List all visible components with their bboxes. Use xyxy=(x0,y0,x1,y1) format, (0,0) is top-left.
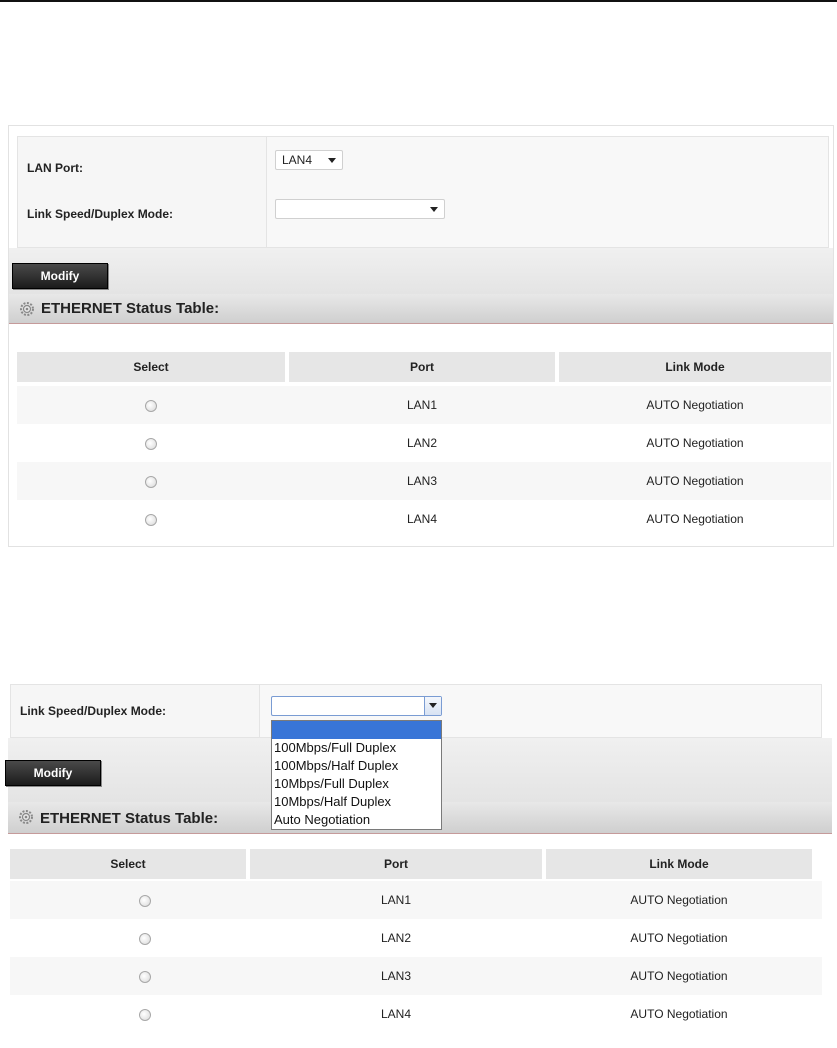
status-table: Select Port Link Mode LAN1 AUTO Negotiat… xyxy=(17,352,831,542)
gear-icon xyxy=(19,810,33,824)
table-row: LAN4 AUTO Negotiation xyxy=(17,500,831,538)
dropdown-option[interactable]: 10Mbps/Full Duplex xyxy=(272,775,441,793)
port-cell: LAN4 xyxy=(380,1007,412,1021)
dropdown-option[interactable]: 100Mbps/Half Duplex xyxy=(272,757,441,775)
link-mode-cell: AUTO Negotiation xyxy=(630,1007,728,1021)
top-rule xyxy=(0,0,837,2)
link-mode-cell: AUTO Negotiation xyxy=(646,436,744,450)
link-speed-label: Link Speed/Duplex Mode: xyxy=(27,207,174,221)
modify-button[interactable]: Modify xyxy=(5,760,101,786)
port-cell: LAN4 xyxy=(406,512,438,526)
ethernet-config-panel-1: LAN Port: LAN4 Link Speed/Duplex Mode: M… xyxy=(8,125,834,547)
row-select-radio[interactable] xyxy=(145,437,157,450)
table-row: LAN2 AUTO Negotiation xyxy=(10,919,822,957)
column-header-link-mode: Link Mode xyxy=(546,849,812,879)
chevron-down-icon xyxy=(430,207,438,212)
table-row: LAN1 AUTO Negotiation xyxy=(17,386,831,424)
status-table: Select Port Link Mode LAN1 AUTO Negotiat… xyxy=(10,849,822,1039)
port-cell: LAN3 xyxy=(380,969,412,983)
gear-icon xyxy=(20,302,34,316)
row-select-radio[interactable] xyxy=(139,932,151,945)
table-row: LAN4 AUTO Negotiation xyxy=(10,995,822,1033)
link-speed-label: Link Speed/Duplex Mode: xyxy=(20,704,167,718)
dropdown-option[interactable]: 10Mbps/Half Duplex xyxy=(272,793,441,811)
column-header-link-mode: Link Mode xyxy=(559,352,831,382)
button-band xyxy=(9,248,833,294)
link-mode-cell: AUTO Negotiation xyxy=(630,893,728,907)
table-row: LAN3 AUTO Negotiation xyxy=(10,957,822,995)
row-select-radio[interactable] xyxy=(145,399,157,412)
form-label-column xyxy=(17,136,267,248)
table-row: LAN1 AUTO Negotiation xyxy=(10,881,822,919)
link-speed-dropdown-list: 100Mbps/Full Duplex 100Mbps/Half Duplex … xyxy=(271,720,442,830)
port-cell: LAN1 xyxy=(406,398,438,412)
column-header-port: Port xyxy=(250,849,542,879)
row-select-radio[interactable] xyxy=(139,894,151,907)
lan-port-label: LAN Port: xyxy=(27,161,83,175)
status-table-title: ETHERNET Status Table: xyxy=(40,810,219,827)
port-cell: LAN2 xyxy=(380,931,412,945)
chevron-down-icon xyxy=(328,158,336,163)
link-mode-cell: AUTO Negotiation xyxy=(630,969,728,983)
column-header-select: Select xyxy=(17,352,285,382)
chevron-down-icon xyxy=(429,703,437,708)
row-select-radio[interactable] xyxy=(139,1008,151,1021)
link-mode-cell: AUTO Negotiation xyxy=(646,398,744,412)
status-table-title: ETHERNET Status Table: xyxy=(41,300,220,317)
row-select-radio[interactable] xyxy=(139,970,151,983)
ethernet-config-panel-2: Link Speed/Duplex Mode: Modify ETHERNET … xyxy=(5,684,832,1048)
lan-port-value: LAN4 xyxy=(282,153,313,167)
port-cell: LAN2 xyxy=(406,436,438,450)
status-table-header: ETHERNET Status Table: xyxy=(9,294,833,324)
lan-port-select[interactable]: LAN4 xyxy=(275,150,343,170)
link-mode-cell: AUTO Negotiation xyxy=(646,474,744,488)
port-cell: LAN3 xyxy=(406,474,438,488)
column-header-port: Port xyxy=(289,352,555,382)
dropdown-option[interactable]: 100Mbps/Full Duplex xyxy=(272,739,441,757)
dropdown-option[interactable] xyxy=(272,721,441,739)
link-mode-cell: AUTO Negotiation xyxy=(646,512,744,526)
row-select-radio[interactable] xyxy=(145,513,157,526)
link-speed-select[interactable] xyxy=(271,696,442,716)
link-speed-select[interactable] xyxy=(275,199,445,219)
modify-button[interactable]: Modify xyxy=(12,263,108,289)
column-header-select: Select xyxy=(10,849,246,879)
link-mode-cell: AUTO Negotiation xyxy=(630,931,728,945)
port-cell: LAN1 xyxy=(380,893,412,907)
table-row: LAN2 AUTO Negotiation xyxy=(17,424,831,462)
dropdown-button[interactable] xyxy=(424,697,441,715)
table-row: LAN3 AUTO Negotiation xyxy=(17,462,831,500)
dropdown-option[interactable]: Auto Negotiation xyxy=(272,811,441,829)
row-select-radio[interactable] xyxy=(145,475,157,488)
